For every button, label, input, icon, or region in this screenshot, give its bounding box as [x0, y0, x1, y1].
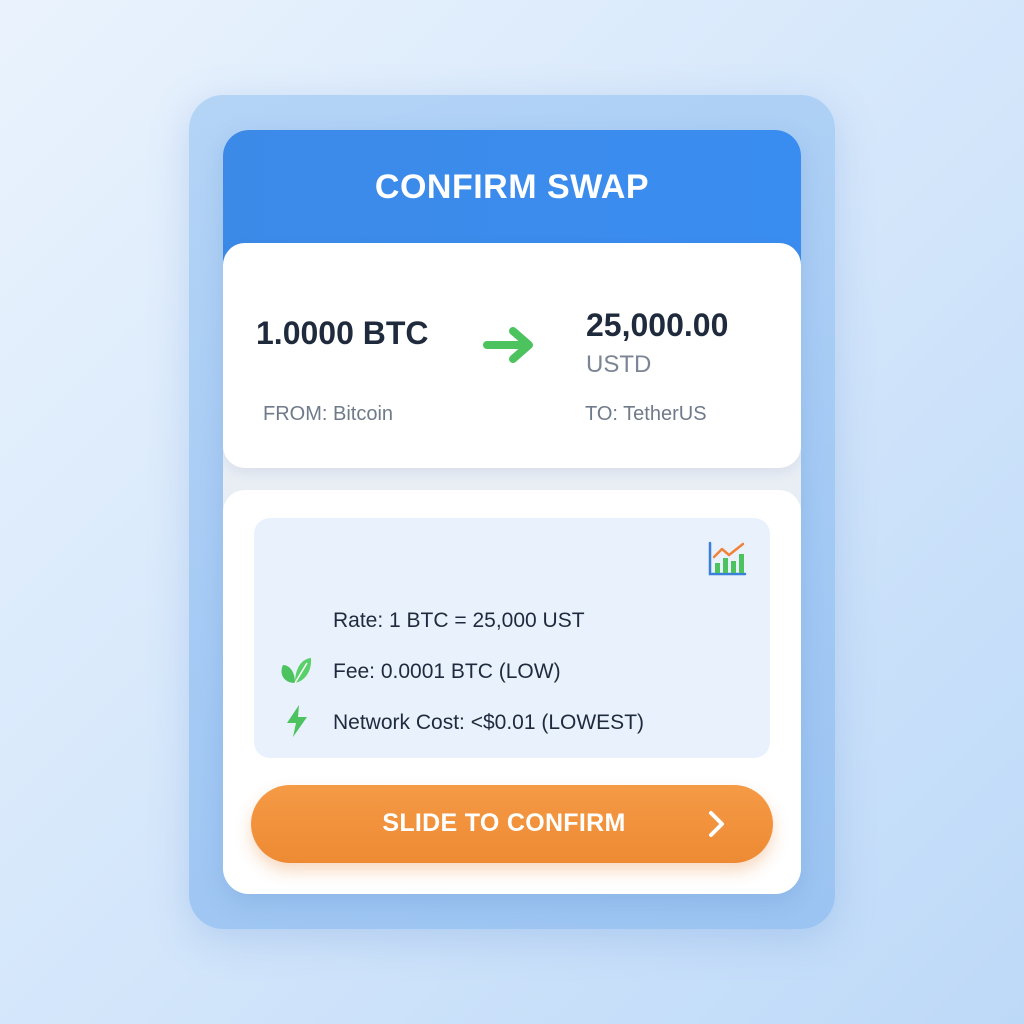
- to-amount: 25,000.00: [586, 307, 729, 343]
- to-label: TO: TetherUS: [585, 403, 707, 425]
- details-panel: Rate: 1 BTC = 25,000 UST Fee: 0.0001 BTC…: [223, 490, 801, 894]
- network-cost-text: Network Cost: <$0.01 (LOWEST): [333, 711, 645, 734]
- page-title: CONFIRM SWAP: [374, 168, 650, 206]
- chevron-right-icon[interactable]: [706, 809, 728, 839]
- transaction-details-box: Rate: 1 BTC = 25,000 UST Fee: 0.0001 BTC…: [254, 518, 770, 758]
- to-unit: USTD: [586, 351, 652, 378]
- from-label: FROM: Bitcoin: [263, 403, 394, 425]
- arrow-right-icon: [483, 327, 533, 363]
- confirm-swap-card: CONFIRM SWAP 1.0000 BTC 25,000.00 USTD F…: [223, 130, 801, 894]
- slide-to-confirm-button[interactable]: SLIDE TO CONFIRM: [251, 785, 773, 863]
- chart-icon: [708, 541, 747, 576]
- from-amount: 1.0000 BTC: [256, 315, 429, 351]
- leaf-icon: [281, 658, 312, 684]
- lightning-icon: [287, 705, 307, 737]
- slide-to-confirm-label: SLIDE TO CONFIRM: [382, 809, 626, 837]
- swap-summary-panel: 1.0000 BTC 25,000.00 USTD FROM: Bitcoin …: [223, 243, 801, 468]
- fee-text: Fee: 0.0001 BTC (LOW): [333, 660, 561, 683]
- rate-text: Rate: 1 BTC = 25,000 UST: [333, 609, 585, 632]
